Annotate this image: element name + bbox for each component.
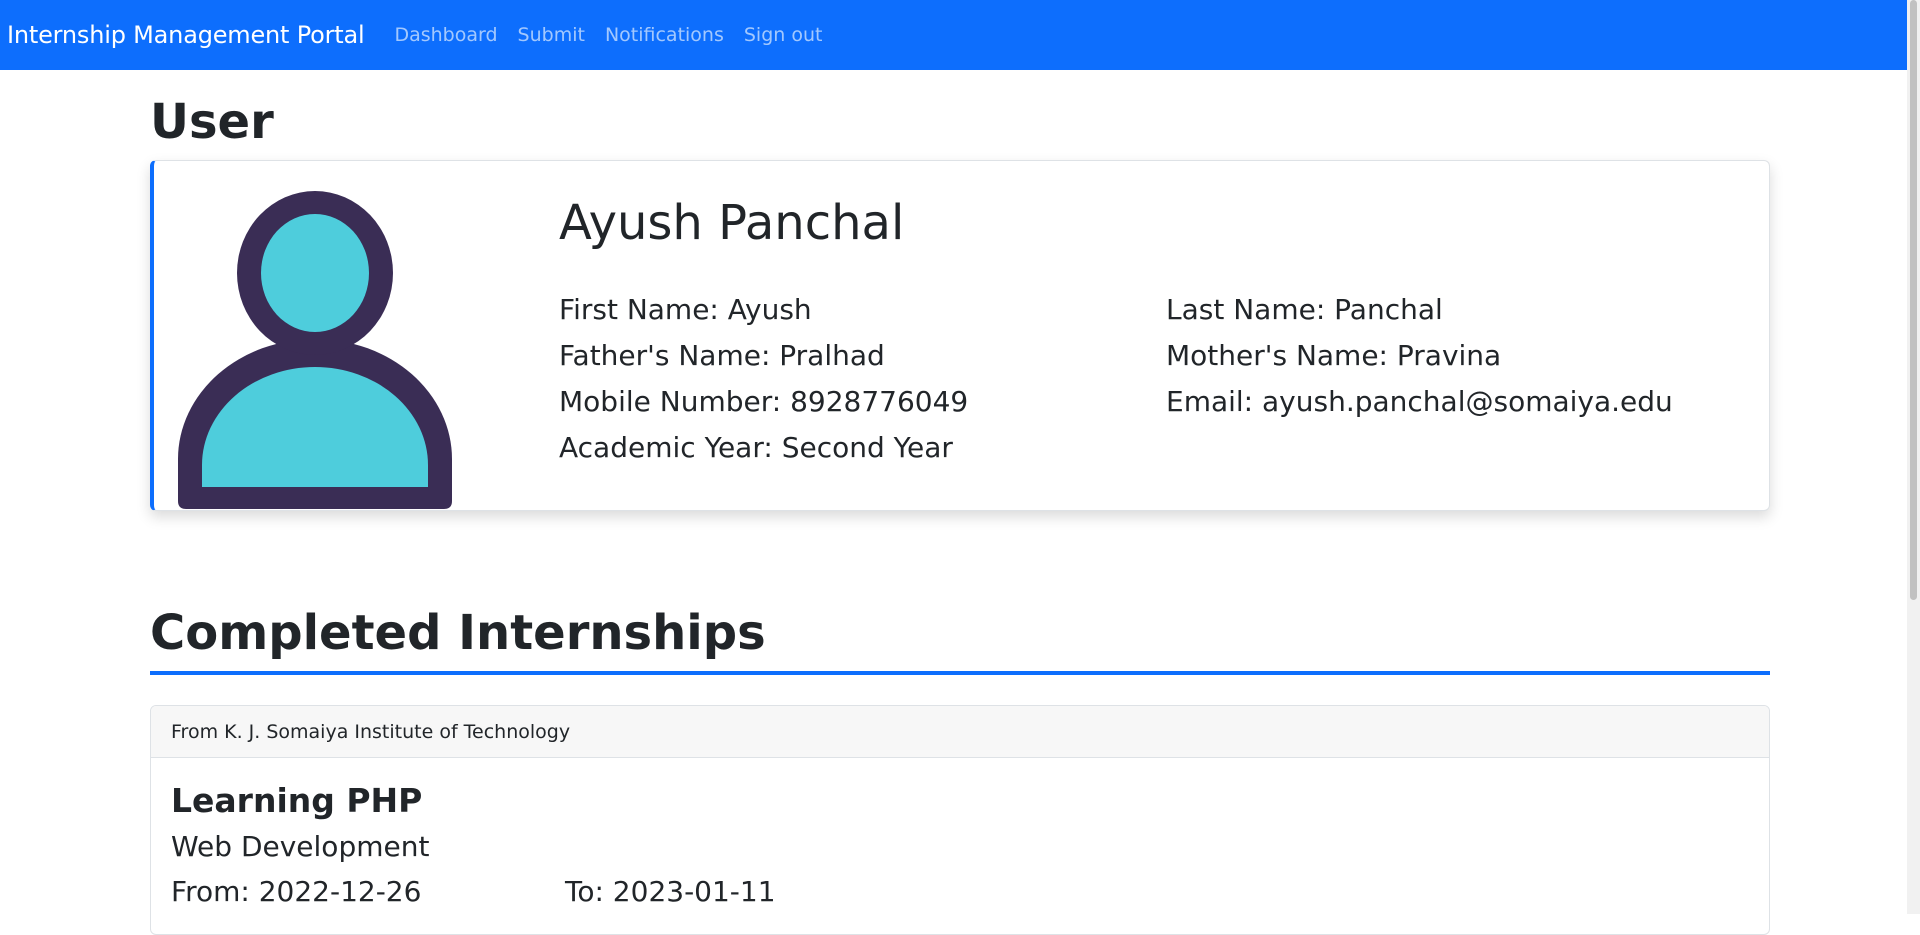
person-icon	[178, 191, 452, 509]
nav-link-sign-out[interactable]: Sign out	[734, 24, 833, 46]
brand-link[interactable]: Internship Management Portal	[7, 21, 365, 49]
internship-field: Web Development	[171, 830, 430, 863]
mother-name-text: Mother's Name: Pravina	[1166, 339, 1502, 372]
user-full-name: Ayush Panchal	[559, 195, 905, 251]
internship-to-date: To: 2023-01-11	[565, 875, 776, 908]
nav-link-submit[interactable]: Submit	[508, 24, 595, 46]
nav-link-notifications[interactable]: Notifications	[595, 24, 734, 46]
mobile-number-text: Mobile Number: 8928776049	[559, 385, 969, 418]
internship-from-date: From: 2022-12-26	[171, 875, 422, 908]
page-scrollbar[interactable]	[1907, 0, 1920, 914]
top-navbar: Internship Management Portal Dashboard S…	[0, 0, 1920, 70]
nav-links: Dashboard Submit Notifications Sign out	[394, 24, 832, 46]
first-name-text: First Name: Ayush	[559, 293, 812, 326]
completed-internships-heading: Completed Internships	[150, 605, 766, 661]
email-text: Email: ayush.panchal@somaiya.edu	[1166, 385, 1673, 418]
father-name-text: Father's Name: Pralhad	[559, 339, 885, 372]
academic-year-text: Academic Year: Second Year	[559, 431, 953, 464]
user-heading: User	[150, 94, 274, 150]
internship-card-header: From K. J. Somaiya Institute of Technolo…	[151, 706, 1769, 758]
user-profile-card: Ayush Panchal First Name: Ayush Last Nam…	[150, 160, 1770, 511]
section-divider	[150, 671, 1770, 675]
nav-link-dashboard[interactable]: Dashboard	[394, 24, 507, 46]
internship-card: From K. J. Somaiya Institute of Technolo…	[150, 705, 1770, 935]
scrollbar-thumb[interactable]	[1910, 0, 1917, 600]
internship-title: Learning PHP	[171, 781, 423, 820]
last-name-text: Last Name: Panchal	[1166, 293, 1443, 326]
